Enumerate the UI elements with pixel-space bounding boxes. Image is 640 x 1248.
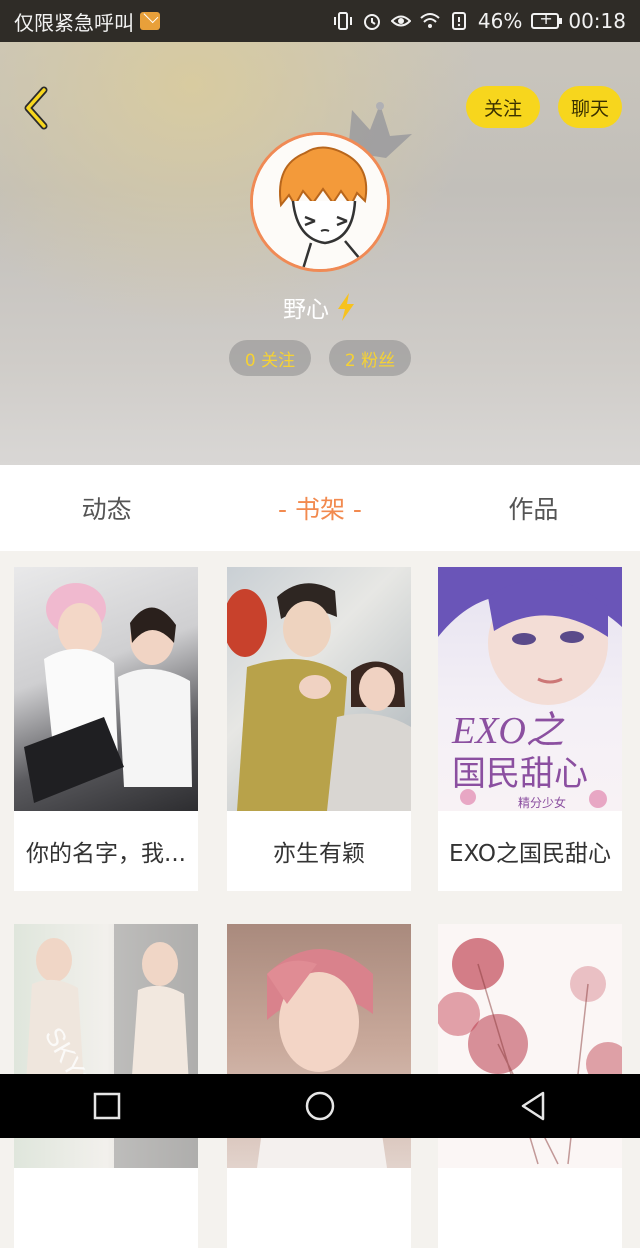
book-title: 亦生有颖 xyxy=(273,841,365,867)
sim-alert-icon xyxy=(451,12,466,30)
carrier-text: 仅限紧急呼叫 xyxy=(14,10,134,35)
battery-percent: 46% xyxy=(477,9,523,33)
avatar[interactable] xyxy=(250,132,390,272)
nickname: 野心 xyxy=(283,297,329,323)
profile-header: 关注 聊天 野心 0 关注 2 粉丝 xyxy=(0,42,640,465)
recent-apps-button[interactable] xyxy=(77,1076,137,1136)
carrier-area: 仅限紧急呼叫 xyxy=(14,7,160,36)
back-button[interactable] xyxy=(18,84,58,132)
circle-icon xyxy=(305,1091,335,1121)
home-button[interactable] xyxy=(290,1076,350,1136)
book-card[interactable]: EXO之 国民甜心 精分少女 EXO之国民甜心 xyxy=(438,567,622,891)
vibrate-icon xyxy=(333,12,352,30)
chat-button[interactable]: 聊天 xyxy=(558,86,622,128)
nickname-row: 野心 xyxy=(0,290,640,324)
alarm-icon xyxy=(363,14,380,30)
tab-feed[interactable]: 动态 xyxy=(0,490,213,526)
book-title: 你的名字，我... xyxy=(26,841,186,867)
following-count[interactable]: 0 关注 xyxy=(229,340,311,376)
clock: 00:18 xyxy=(568,9,626,33)
triangle-icon xyxy=(522,1091,545,1121)
avatar-illustration xyxy=(253,135,387,269)
book-card[interactable]: 亦生有颖 xyxy=(227,567,411,891)
square-icon xyxy=(93,1092,120,1120)
mail-icon xyxy=(140,12,160,30)
svg-text:国民甜心: 国民甜心 xyxy=(452,754,588,794)
book-title xyxy=(227,1168,411,1248)
status-icons: 46% 00:18 xyxy=(333,9,626,33)
book-title: EXO之国民甜心 xyxy=(449,841,611,867)
svg-text:EXO之: EXO之 xyxy=(451,710,565,752)
status-bar: 仅限紧急呼叫 46% 00:18 xyxy=(0,0,640,42)
wifi-icon xyxy=(420,13,440,28)
cover-art xyxy=(227,583,411,811)
book-cover xyxy=(227,567,411,811)
book-title xyxy=(438,1168,622,1248)
cover-art xyxy=(24,583,192,803)
tab-bookshelf[interactable]: - 书架 - xyxy=(213,490,426,526)
back-icon xyxy=(24,86,48,130)
follow-button[interactable]: 关注 xyxy=(466,86,540,128)
book-cover xyxy=(14,567,198,811)
book-card[interactable]: 你的名字，我... xyxy=(14,567,198,891)
battery-icon xyxy=(531,9,563,29)
tab-works[interactable]: 作品 xyxy=(427,490,640,526)
fans-count[interactable]: 2 粉丝 xyxy=(329,340,411,376)
book-cover: EXO之 国民甜心 精分少女 xyxy=(438,567,622,811)
book-title xyxy=(14,1168,198,1248)
cover-art: EXO之 国民甜心 精分少女 xyxy=(438,567,622,810)
back-nav-button[interactable] xyxy=(503,1076,563,1136)
profile-tabs: 动态 - 书架 - 作品 xyxy=(0,465,640,551)
svg-text:精分少女: 精分少女 xyxy=(518,795,566,810)
lightning-icon xyxy=(338,293,354,321)
eye-icon xyxy=(390,15,411,27)
system-nav-bar xyxy=(0,1074,640,1138)
